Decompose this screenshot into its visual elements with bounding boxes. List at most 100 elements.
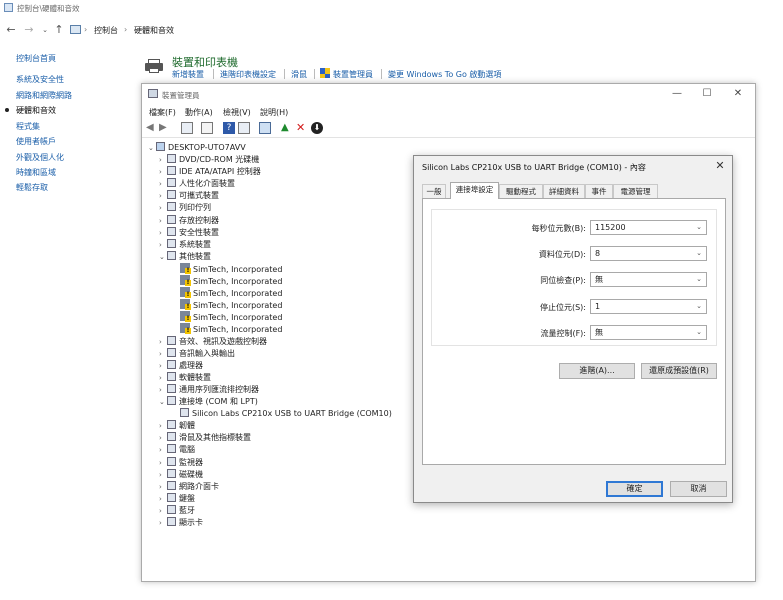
- recent-dropdown-icon[interactable]: ⌄: [38, 22, 52, 38]
- disable-device-icon[interactable]: ⬇: [311, 122, 323, 134]
- uninstall-icon[interactable]: ✕: [296, 122, 308, 134]
- tree-category[interactable]: › 軟體裝置: [159, 371, 211, 384]
- chevron-down-icon[interactable]: ⌄: [159, 396, 167, 408]
- sidebar-item-ease-of-access[interactable]: 輕鬆存取: [16, 182, 48, 193]
- tab-events[interactable]: 事件: [585, 184, 613, 198]
- tab-details[interactable]: 詳細資料: [543, 184, 585, 198]
- tree-category[interactable]: › 列印佇列: [159, 202, 211, 214]
- tree-category[interactable]: › 安全性裝置: [159, 226, 219, 239]
- tree-category[interactable]: › 顯示卡: [159, 517, 203, 529]
- view-icon[interactable]: [238, 122, 250, 134]
- baud-rate-select[interactable]: 115200 ⌄: [590, 220, 707, 235]
- chevron-right-icon[interactable]: ›: [159, 517, 167, 529]
- restore-defaults-button[interactable]: 還原成預設值(R): [641, 363, 717, 379]
- sidebar-item-network[interactable]: 網路和網際網路: [16, 90, 72, 101]
- chevron-right-icon[interactable]: ›: [159, 154, 167, 166]
- tab-driver[interactable]: 驅動程式: [499, 184, 543, 198]
- tab-port-settings[interactable]: 連接埠設定: [450, 182, 499, 199]
- chevron-right-icon[interactable]: ›: [159, 420, 167, 432]
- tree-category[interactable]: › 處理器: [159, 359, 203, 372]
- chevron-right-icon[interactable]: ›: [159, 444, 167, 456]
- tree-category[interactable]: › 可攜式裝置: [159, 190, 219, 202]
- link-add-device[interactable]: 新增裝置: [172, 69, 204, 80]
- tree-category[interactable]: › 網路介面卡: [159, 480, 219, 493]
- tree-category[interactable]: › 電腦: [159, 444, 195, 456]
- scan-hardware-icon[interactable]: [259, 122, 271, 134]
- chevron-right-icon[interactable]: ›: [159, 457, 167, 469]
- sidebar-item-clock-region[interactable]: 時鐘和區域: [16, 167, 56, 178]
- tree-device[interactable]: SimTech, Incorporated: [172, 311, 282, 323]
- sidebar-item-system-security[interactable]: 系統及安全性: [16, 74, 64, 85]
- chevron-right-icon[interactable]: ›: [159, 493, 167, 505]
- chevron-down-icon[interactable]: ⌄: [148, 142, 156, 154]
- sidebar-item-home[interactable]: 控制台首頁: [16, 53, 56, 64]
- tree-device[interactable]: SimTech, Incorporated: [172, 299, 282, 311]
- help-icon[interactable]: ?: [223, 122, 235, 134]
- link-windows-to-go[interactable]: 變更 Windows To Go 啟動選項: [388, 69, 501, 80]
- back-icon[interactable]: ◀: [146, 122, 158, 134]
- update-driver-icon[interactable]: ▲: [281, 122, 293, 134]
- chevron-right-icon[interactable]: ›: [159, 348, 167, 360]
- chevron-right-icon[interactable]: ›: [159, 239, 167, 251]
- advanced-button[interactable]: 進階(A)...: [559, 363, 635, 379]
- link-advanced-printer-setup[interactable]: 進階印表機設定: [220, 69, 276, 80]
- chevron-right-icon[interactable]: ›: [159, 505, 167, 517]
- sidebar-item-hardware-sound[interactable]: 硬體和音效: [16, 105, 56, 116]
- tree-root[interactable]: ⌄ DESKTOP-UTO7AVV: [148, 142, 246, 154]
- tree-category[interactable]: › DVD/CD-ROM 光碟機: [159, 154, 259, 166]
- tab-power-management[interactable]: 電源管理: [613, 184, 658, 198]
- cancel-button[interactable]: 取消: [670, 481, 727, 497]
- chevron-right-icon[interactable]: ›: [159, 336, 167, 348]
- section-title-devices-printers[interactable]: 裝置和印表機: [172, 54, 238, 70]
- chevron-right-icon[interactable]: ›: [159, 166, 167, 178]
- back-arrow-icon[interactable]: ←: [4, 22, 18, 38]
- minimize-icon[interactable]: —: [662, 86, 692, 102]
- link-device-manager[interactable]: 裝置管理員: [333, 69, 373, 80]
- menu-file[interactable]: 檔案(F): [149, 107, 176, 118]
- stop-bits-select[interactable]: 1 ⌄: [590, 299, 707, 314]
- chevron-right-icon[interactable]: ›: [159, 360, 167, 372]
- tree-category[interactable]: › 磁碟機: [159, 468, 203, 481]
- tree-category[interactable]: › 音效、視訊及遊戲控制器: [159, 335, 267, 348]
- tree-category[interactable]: › 監視器: [159, 456, 203, 469]
- sidebar-item-appearance[interactable]: 外觀及個人化: [16, 152, 64, 163]
- forward-arrow-icon[interactable]: →: [22, 22, 36, 38]
- breadcrumb-control-panel[interactable]: 控制台: [94, 25, 118, 36]
- link-mouse[interactable]: 滑鼠: [291, 69, 307, 80]
- tree-category[interactable]: › 鍵盤: [159, 492, 195, 505]
- chevron-right-icon[interactable]: ›: [159, 432, 167, 444]
- chevron-right-icon[interactable]: ›: [159, 215, 167, 227]
- tab-general[interactable]: 一般: [422, 184, 446, 198]
- chevron-right-icon[interactable]: ›: [159, 178, 167, 190]
- tree-category[interactable]: › 人性化介面裝置: [159, 178, 235, 190]
- sidebar-item-programs[interactable]: 程式集: [16, 121, 40, 132]
- chevron-right-icon[interactable]: ›: [159, 469, 167, 481]
- close-icon[interactable]: ✕: [710, 157, 730, 175]
- tree-device[interactable]: Silicon Labs CP210x USB to UART Bridge (…: [172, 408, 392, 420]
- tree-category[interactable]: ⌄ 其他裝置: [159, 250, 211, 263]
- tree-category[interactable]: › 韌體: [159, 420, 195, 432]
- menu-view[interactable]: 檢視(V): [223, 107, 251, 118]
- close-icon[interactable]: ✕: [723, 86, 753, 102]
- tree-category[interactable]: › 藍牙: [159, 504, 195, 517]
- breadcrumb-hardware-sound[interactable]: 硬體和音效: [134, 25, 174, 36]
- tree-category[interactable]: › 系統裝置: [159, 238, 211, 251]
- chevron-right-icon[interactable]: ›: [159, 481, 167, 493]
- tree-device[interactable]: SimTech, Incorporated: [172, 323, 282, 335]
- menu-action[interactable]: 動作(A): [185, 107, 213, 118]
- tree-category[interactable]: › 存放控制器: [159, 214, 219, 227]
- tree-category[interactable]: › 通用序列匯流排控制器: [159, 383, 259, 396]
- chevron-right-icon[interactable]: ›: [159, 372, 167, 384]
- tree-category[interactable]: › 滑鼠及其他指標裝置: [159, 432, 251, 444]
- tree-category[interactable]: › 音訊輸入與輸出: [159, 347, 235, 360]
- properties-icon[interactable]: [201, 122, 213, 134]
- chevron-right-icon[interactable]: ›: [159, 202, 167, 214]
- chevron-right-icon[interactable]: ›: [159, 227, 167, 239]
- tree-category[interactable]: ⌄ 連接埠 (COM 和 LPT): [159, 396, 258, 408]
- tree-device[interactable]: SimTech, Incorporated: [172, 262, 282, 275]
- show-hide-tree-icon[interactable]: [181, 122, 193, 134]
- menu-help[interactable]: 說明(H): [260, 107, 288, 118]
- data-bits-select[interactable]: 8 ⌄: [590, 246, 707, 261]
- tree-device[interactable]: SimTech, Incorporated: [172, 275, 282, 287]
- up-arrow-icon[interactable]: ↑: [52, 22, 66, 38]
